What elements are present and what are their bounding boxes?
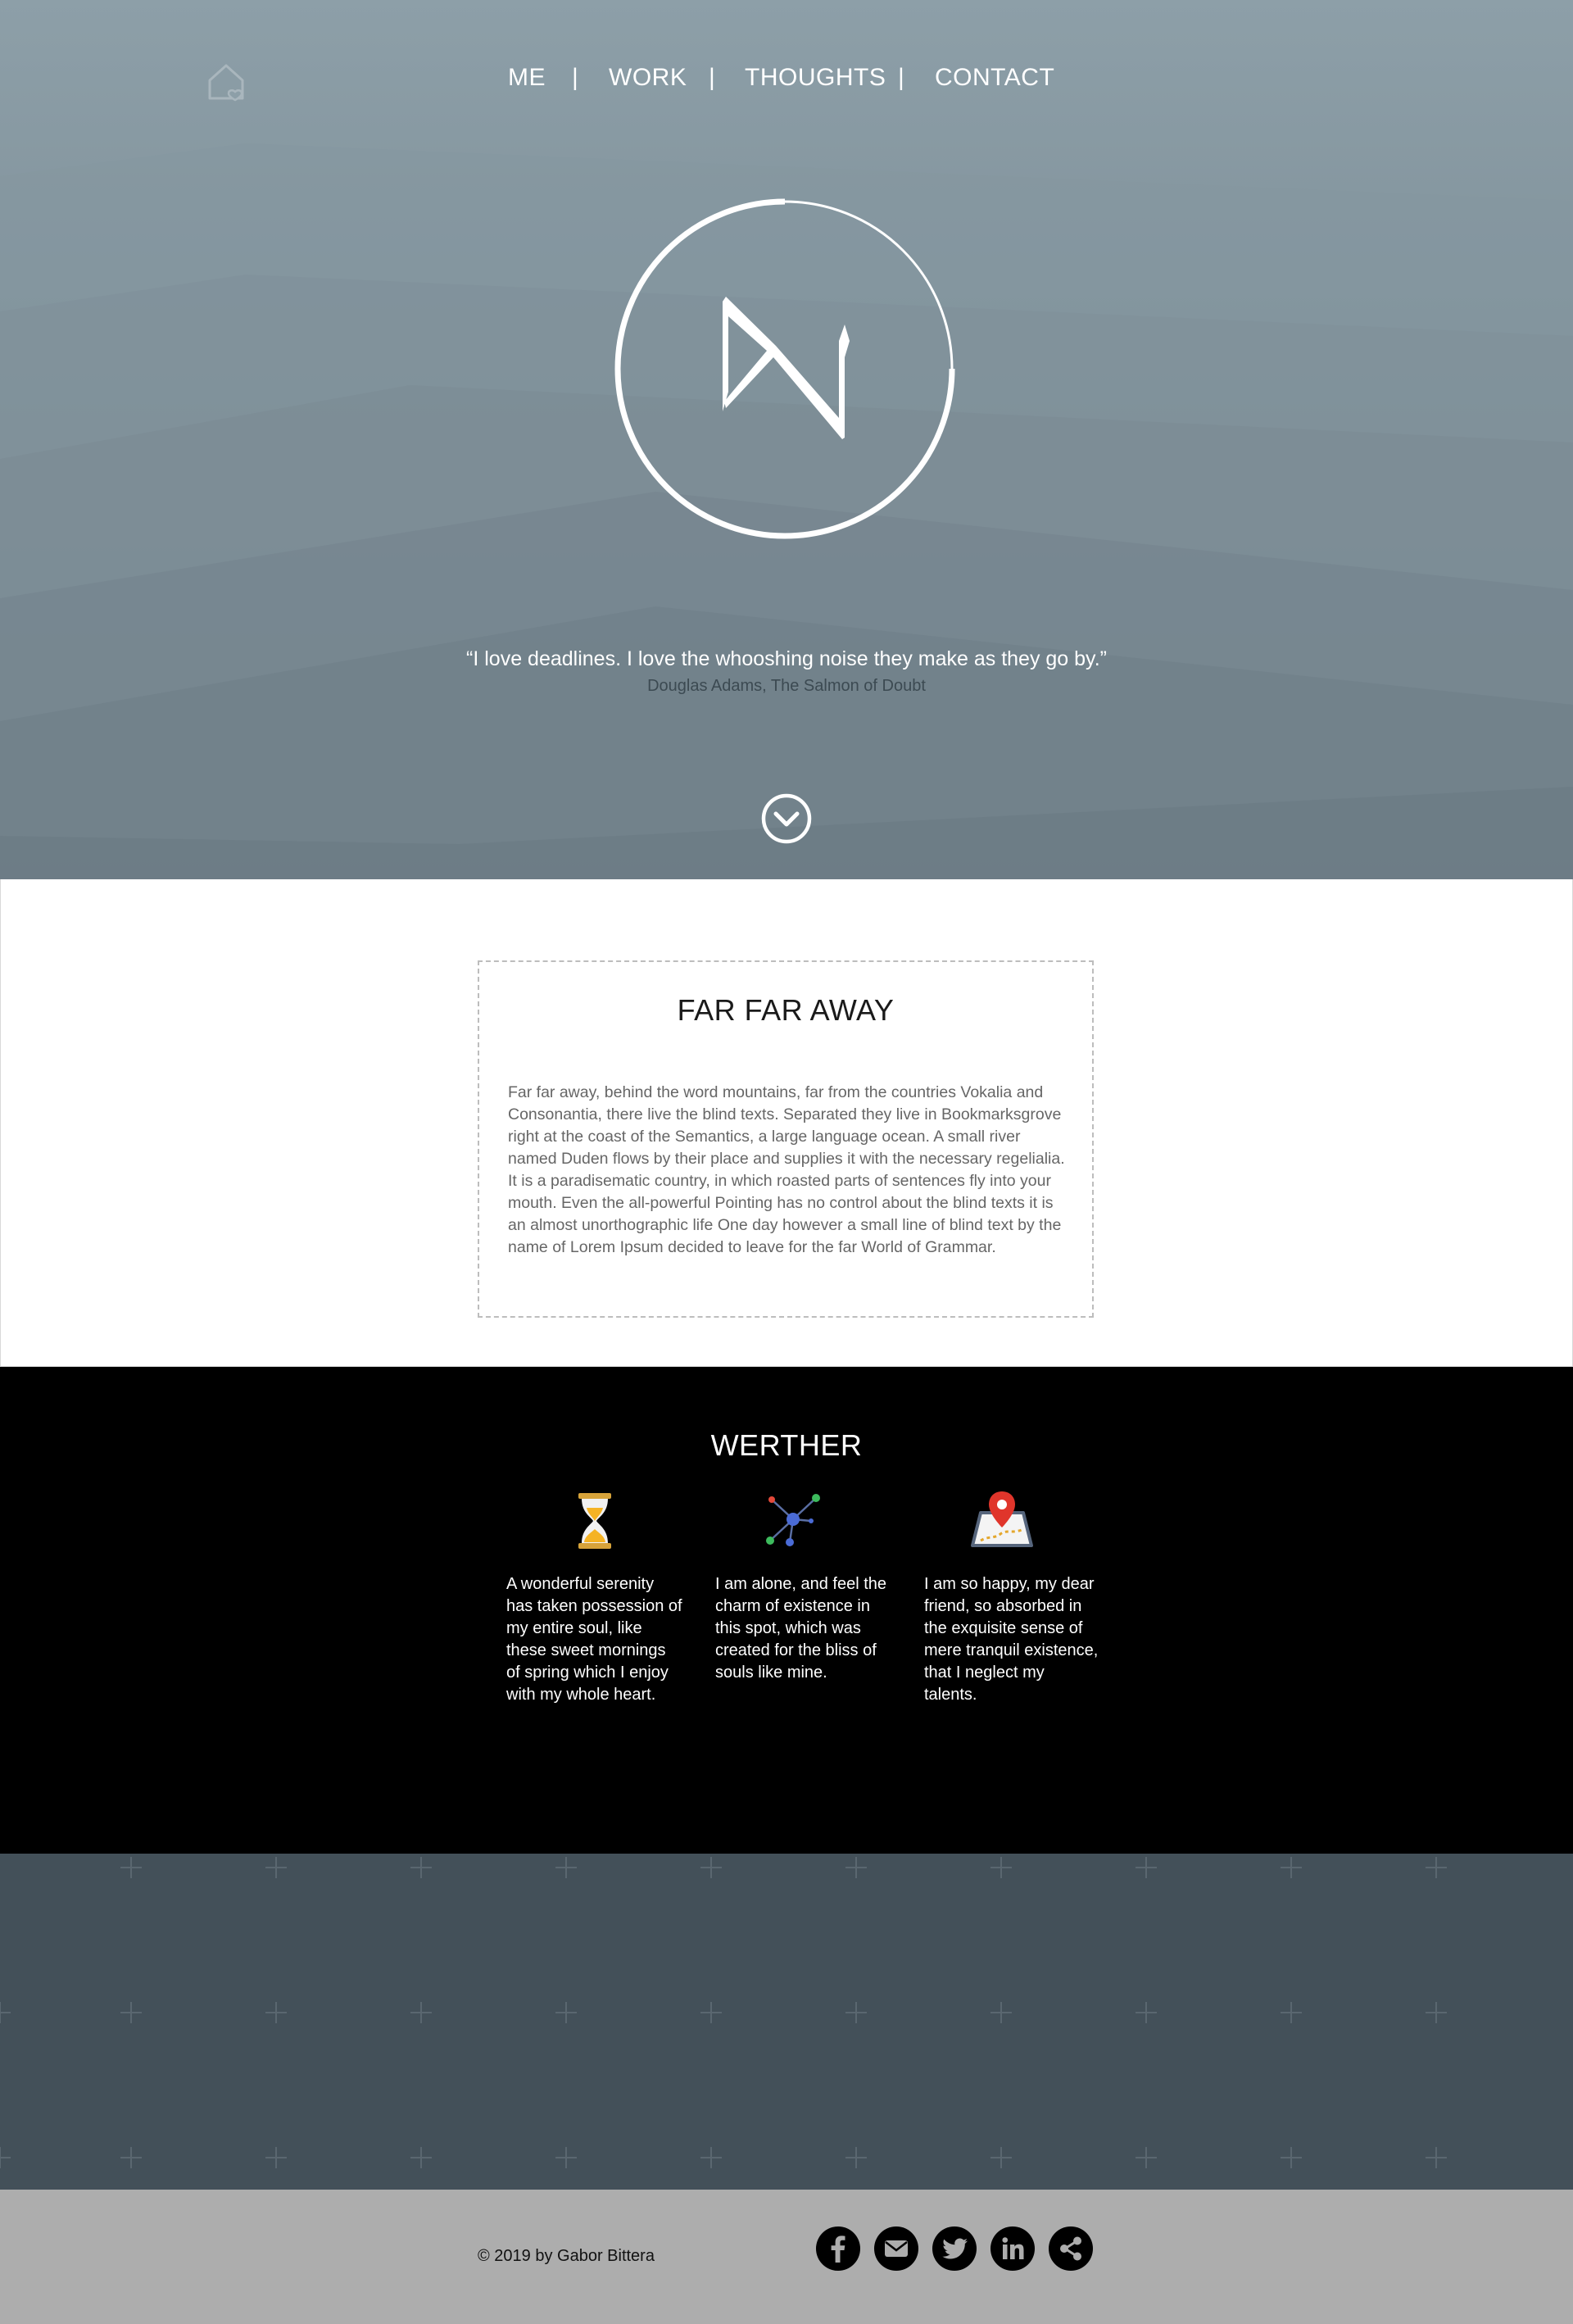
about-section: FAR FAR AWAY Far far away, behind the wo…	[0, 879, 1573, 1367]
facebook-icon[interactable]	[815, 2226, 861, 2272]
nav-separator: |	[709, 64, 715, 91]
share-icon[interactable]	[1048, 2226, 1094, 2272]
map-pin-icon	[969, 1488, 1035, 1558]
nav-item-contact[interactable]: CONTACT	[935, 64, 1054, 92]
feature-text: I am alone, and feel the charm of existe…	[715, 1575, 887, 1682]
email-icon[interactable]	[873, 2226, 919, 2272]
chevron-down-icon[interactable]	[760, 792, 813, 845]
quote-author: Douglas Adams, The Salmon of Doubt	[647, 677, 926, 695]
nav-separator: |	[898, 64, 904, 91]
nav-item-me[interactable]: ME	[508, 64, 546, 92]
pattern-section	[0, 1854, 1573, 2190]
feature-text: I am so happy, my dear friend, so absorb…	[924, 1575, 1099, 1704]
copyright-text: © 2019 by Gabor Bittera	[478, 2247, 655, 2265]
plus-pattern	[0, 1857, 1447, 2168]
nav-item-work[interactable]: WORK	[609, 64, 687, 92]
hero-quote: “I love deadlines. I love the whooshing …	[466, 647, 1107, 670]
about-card: FAR FAR AWAY Far far away, behind the wo…	[478, 960, 1094, 1318]
twitter-icon[interactable]	[932, 2226, 977, 2272]
hourglass-icon	[562, 1488, 628, 1558]
nav-item-thoughts[interactable]: THOUGHTS	[745, 64, 886, 92]
feature-text: A wonderful serenity has taken possessio…	[506, 1575, 682, 1704]
linkedin-icon[interactable]	[990, 2226, 1036, 2272]
hero-section: ME | WORK | THOUGHTS | CONTACT “I love d…	[0, 0, 1573, 879]
about-text: Far far away, behind the word mountains,…	[508, 1083, 1065, 1256]
footer: © 2019 by Gabor Bittera	[0, 2190, 1573, 2324]
about-title: FAR FAR AWAY	[677, 993, 895, 1027]
werther-title: WERTHER	[710, 1428, 863, 1462]
nav-separator: |	[572, 64, 578, 91]
werther-section: WERTHER A wonderful serenity has taken p…	[0, 1367, 1573, 1854]
main-nav: ME | WORK | THOUGHTS | CONTACT	[0, 64, 1573, 97]
logo-icon	[613, 197, 957, 541]
network-icon	[760, 1488, 826, 1558]
